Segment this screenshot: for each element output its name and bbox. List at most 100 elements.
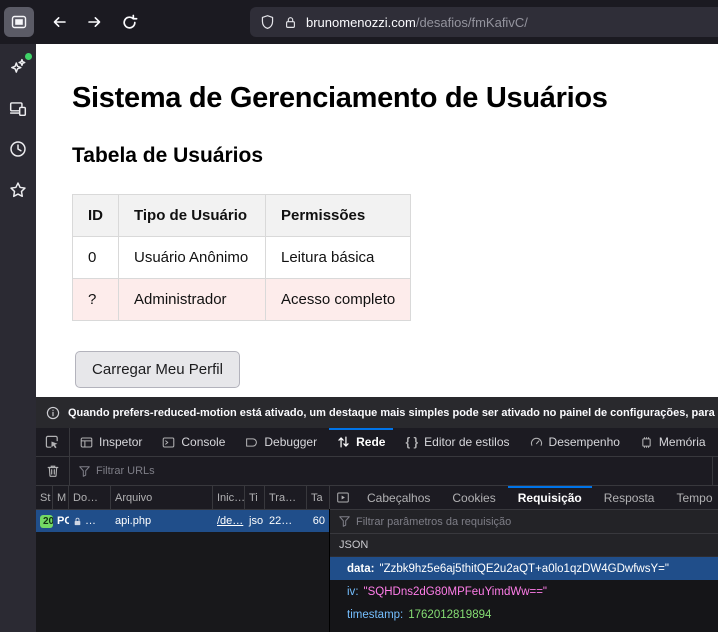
inspector-icon	[80, 436, 93, 449]
trash-icon	[46, 464, 60, 478]
header-permissoes: Permissões	[266, 195, 411, 237]
column-method[interactable]: M	[53, 486, 69, 509]
firefox-sidebar	[0, 44, 36, 632]
request-list-empty-area	[36, 532, 329, 632]
back-arrow-icon	[51, 14, 68, 30]
param-value: 1762012819894	[408, 609, 491, 621]
page-title: Sistema de Gerenciamento de Usuários	[72, 82, 718, 115]
sidebar-toggle-button[interactable]	[4, 7, 34, 37]
history-button[interactable]	[7, 138, 29, 160]
load-profile-button[interactable]: Carregar Meu Perfil	[75, 351, 240, 388]
block-request-button[interactable]	[330, 486, 356, 509]
column-size[interactable]: Ta	[307, 486, 330, 509]
section-title: Tabela de Usuários	[72, 144, 718, 168]
url-host: brunomenozzi.com	[306, 15, 416, 30]
notification-dot	[25, 53, 32, 60]
tab-label: Cookies	[452, 491, 495, 505]
tab-rede[interactable]: Rede	[327, 428, 395, 456]
users-table: ID Tipo de Usuário Permissões 0 Usuário …	[72, 194, 411, 321]
sidebar-toggle-icon	[11, 14, 27, 30]
header-id: ID	[73, 195, 119, 237]
column-transferred[interactable]: Tra…	[265, 486, 307, 509]
url-filter-input[interactable]: Filtrar URLs	[70, 465, 712, 477]
clear-requests-button[interactable]	[36, 457, 70, 485]
column-initiator[interactable]: Inic…	[213, 486, 245, 509]
tab-desempenho[interactable]: Desempenho	[520, 428, 630, 456]
bookmarks-button[interactable]	[7, 179, 29, 201]
network-request-list: St M Do… Arquivo Inic… Ti Tra… Ta 20 PO	[36, 486, 330, 632]
tab-requisicao[interactable]: Requisição	[507, 486, 593, 509]
column-file[interactable]: Arquivo	[111, 486, 213, 509]
url-bar[interactable]: brunomenozzi.com/desafios/fmKafivC/	[250, 7, 718, 37]
url-text: brunomenozzi.com/desafios/fmKafivC/	[306, 15, 528, 30]
request-type: jso	[245, 515, 265, 527]
column-type[interactable]: Ti	[245, 486, 265, 509]
shield-icon[interactable]	[260, 14, 275, 30]
request-file: api.php	[111, 515, 213, 527]
tab-label: Console	[181, 435, 225, 449]
request-details-pane: Cabeçalhos Cookies Requisição Resposta T…	[330, 486, 718, 632]
tab-label: Cabeçalhos	[367, 491, 430, 505]
tab-cookies[interactable]: Cookies	[441, 486, 506, 509]
tab-debugger[interactable]: Debugger	[235, 428, 327, 456]
tab-memoria[interactable]: Memória	[630, 428, 716, 456]
param-row-data[interactable]: data "Zzbk9hz5e6aj5thitQE2u2aQT+a0lo1qzD…	[330, 557, 718, 580]
param-key: iv	[347, 586, 359, 598]
notification-text: Quando prefers-reduced-motion está ativa…	[68, 407, 718, 419]
tab-cabecalhos[interactable]: Cabeçalhos	[356, 486, 441, 509]
funnel-icon	[79, 466, 90, 477]
memory-chip-icon	[640, 436, 653, 449]
forward-button[interactable]	[78, 6, 111, 39]
reload-button[interactable]	[113, 6, 146, 39]
param-filter-placeholder: Filtrar parâmetros da requisição	[356, 516, 511, 528]
tab-console[interactable]: Console	[152, 428, 235, 456]
tab-label: Debugger	[264, 435, 317, 449]
tab-resposta[interactable]: Resposta	[593, 486, 666, 509]
tab-tempo[interactable]: Tempo	[665, 486, 718, 509]
devtools-notification: Quando prefers-reduced-motion está ativa…	[36, 397, 718, 428]
table-row: ? Administrador Acesso completo	[73, 279, 411, 321]
tab-label: Rede	[356, 435, 385, 449]
request-transferred: 22…	[265, 515, 307, 527]
pick-element-icon	[45, 435, 60, 450]
param-key: data	[347, 563, 375, 575]
section-label: JSON	[339, 539, 368, 551]
pick-element-button[interactable]	[36, 428, 70, 456]
url-path: /desafios/fmKafivC/	[416, 15, 528, 30]
network-arrows-icon	[337, 435, 350, 449]
param-value: "Zzbk9hz5e6aj5thitQE2u2aQT+a0lo1qzDW4GDw…	[380, 563, 669, 575]
lock-icon[interactable]	[284, 15, 297, 30]
synced-tabs-button[interactable]	[7, 97, 29, 119]
details-tabbar: Cabeçalhos Cookies Requisição Resposta T…	[330, 486, 718, 510]
cell-permissoes: Leitura básica	[266, 237, 411, 279]
browser-toolbar: brunomenozzi.com/desafios/fmKafivC/	[0, 0, 718, 44]
tab-editor-de-estilos[interactable]: { } Editor de estilos	[395, 428, 519, 456]
devtools-tabbar: Inspetor Console	[36, 428, 718, 457]
cell-id: ?	[73, 279, 119, 321]
param-row-iv[interactable]: iv "SQHDns2dG80MPFeuYimdWw=="	[330, 580, 718, 603]
table-header-row: ID Tipo de Usuário Permissões	[73, 195, 411, 237]
cell-tipo: Usuário Anônimo	[119, 237, 266, 279]
reload-icon	[121, 14, 138, 31]
param-row-timestamp[interactable]: timestamp 1762012819894	[330, 603, 718, 626]
request-row-selected[interactable]: 20 PO … api.php /de…	[36, 510, 329, 532]
tab-label: Tempo	[676, 491, 712, 505]
column-status[interactable]: St	[36, 486, 53, 509]
braces-icon: { }	[405, 435, 418, 449]
tab-label: Editor de estilos	[424, 435, 509, 449]
param-value: "SQHDns2dG80MPFeuYimdWw=="	[364, 586, 548, 598]
request-domain: …	[69, 515, 111, 527]
ai-chat-button[interactable]	[7, 56, 29, 78]
back-button[interactable]	[43, 6, 76, 39]
info-icon	[46, 406, 60, 420]
request-size: 60	[307, 515, 330, 527]
tab-label: Resposta	[604, 491, 655, 505]
tab-label: Inspetor	[99, 435, 142, 449]
json-section-header[interactable]: JSON	[330, 534, 718, 557]
column-domain[interactable]: Do…	[69, 486, 111, 509]
box-play-icon	[336, 491, 350, 504]
param-filter-input[interactable]: Filtrar parâmetros da requisição	[330, 510, 718, 534]
performance-gauge-icon	[530, 436, 543, 449]
request-initiator[interactable]: /de…	[213, 515, 245, 527]
tab-inspetor[interactable]: Inspetor	[70, 428, 152, 456]
